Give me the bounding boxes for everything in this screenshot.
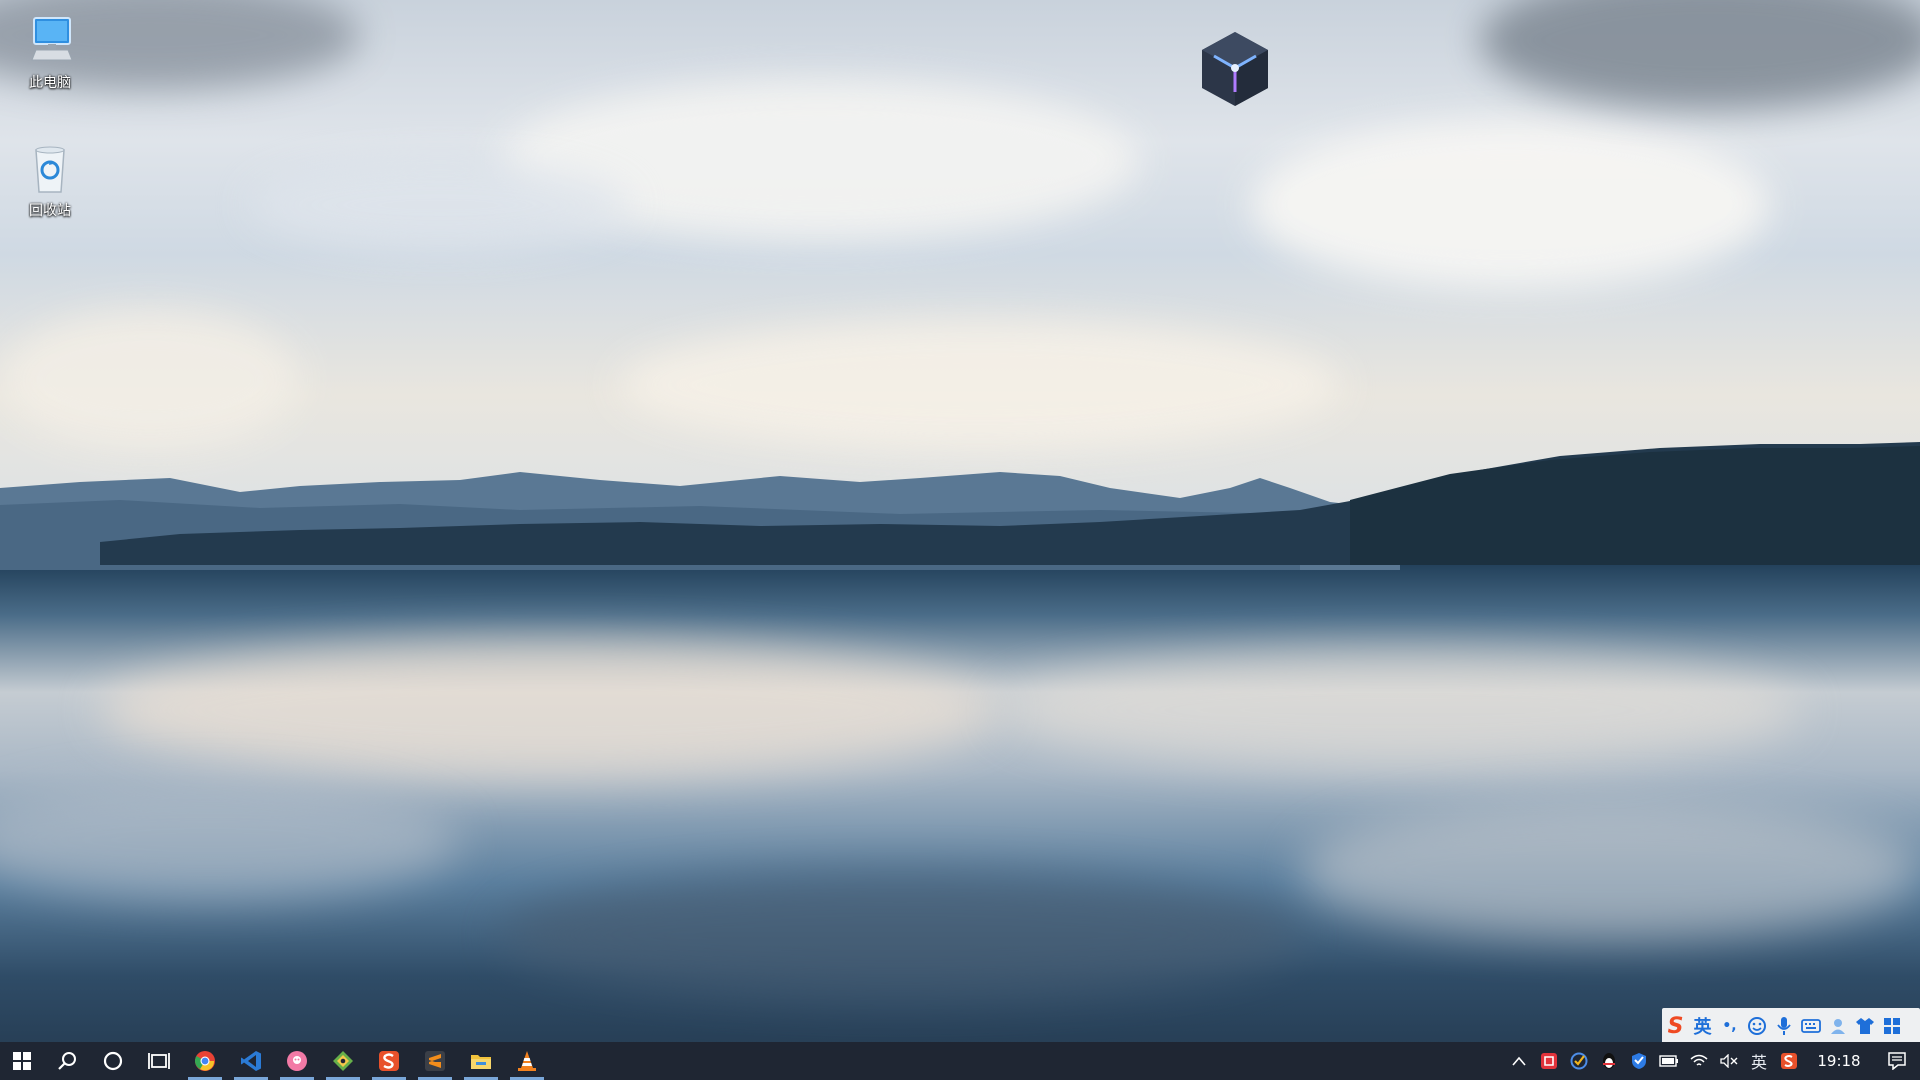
user-icon[interactable]	[1824, 1012, 1851, 1040]
task-view-icon	[148, 1053, 170, 1069]
punctuation-label: •,	[1722, 1018, 1737, 1034]
chevron-up-icon	[1512, 1056, 1526, 1066]
taskbar: 英 19:18	[0, 1042, 1920, 1080]
keyboard-icon[interactable]	[1797, 1012, 1824, 1040]
skin-shirt-icon[interactable]	[1851, 1012, 1878, 1040]
sogou-s-icon	[379, 1051, 399, 1071]
qq-penguin-tray-icon[interactable]	[1594, 1042, 1624, 1080]
cortana-circle-icon	[103, 1051, 123, 1071]
taskbar-app-file-explorer[interactable]	[458, 1042, 504, 1080]
taskbar-app-sourcetree[interactable]	[320, 1042, 366, 1080]
microphone-icon[interactable]	[1770, 1012, 1797, 1040]
cube-logo-icon[interactable]	[1200, 30, 1270, 108]
desktop-icon-recycle-bin[interactable]: 回收站	[5, 140, 95, 220]
notification-icon	[1888, 1052, 1906, 1070]
taskbar-app-pink[interactable]	[274, 1042, 320, 1080]
wallpaper-reflection	[1300, 800, 1920, 940]
sogou-logo-text: S	[1667, 1013, 1684, 1039]
sogou-tray-icon[interactable]	[1774, 1042, 1804, 1080]
taskbar-app-vscode[interactable]	[228, 1042, 274, 1080]
pink-circle-app-icon	[287, 1051, 307, 1071]
wifi-tray-icon[interactable]	[1684, 1042, 1714, 1080]
desktop-icon-this-pc[interactable]: 此电脑	[5, 12, 95, 92]
wallpaper-cloud	[0, 310, 300, 450]
git-diamond-icon	[333, 1051, 353, 1071]
vlc-cone-icon	[518, 1051, 536, 1071]
recycle-bin-icon	[22, 140, 78, 196]
taskbar-app-sogou[interactable]	[366, 1042, 412, 1080]
desktop-icon-label: 回收站	[29, 203, 71, 219]
action-center-button[interactable]	[1874, 1042, 1920, 1080]
wallpaper-cloud	[250, 160, 630, 250]
taskbar-clock[interactable]: 19:18	[1804, 1052, 1874, 1070]
cortana-button[interactable]	[90, 1042, 136, 1080]
emoji-icon[interactable]	[1743, 1012, 1770, 1040]
windows-start-icon	[13, 1052, 31, 1070]
taskbar-app-sublime-text[interactable]	[412, 1042, 458, 1080]
ime-toolbar: S 英 •,	[1662, 1008, 1920, 1044]
ime-mode-label: 英	[1693, 1017, 1712, 1038]
sogou-logo-icon[interactable]: S	[1662, 1012, 1689, 1040]
desktop-wallpaper	[0, 0, 1920, 1080]
toolbox-grid-icon[interactable]	[1878, 1012, 1905, 1040]
check-tray-icon[interactable]	[1564, 1042, 1594, 1080]
task-view-button[interactable]	[136, 1042, 182, 1080]
ime-mode-toggle[interactable]: 英	[1689, 1012, 1716, 1040]
clock-time: 19:18	[1817, 1052, 1861, 1070]
ime-language-label: 英	[1750, 1053, 1767, 1072]
wallpaper-reflection	[500, 870, 1300, 1000]
windows-start-button[interactable]	[0, 1042, 44, 1080]
search-icon	[58, 1052, 76, 1070]
desktop-icon-label: 此电脑	[29, 75, 71, 91]
system-tray: 英 19:18	[1504, 1042, 1920, 1080]
wallpaper-cloud	[1250, 120, 1770, 290]
volume-muted-tray-icon[interactable]	[1714, 1042, 1744, 1080]
taskbar-app-chrome[interactable]	[182, 1042, 228, 1080]
battery-tray-icon[interactable]	[1654, 1042, 1684, 1080]
punctuation-icon[interactable]: •,	[1716, 1012, 1743, 1040]
chrome-icon	[195, 1051, 215, 1071]
file-explorer-icon	[471, 1055, 491, 1069]
taskbar-app-vlc[interactable]	[504, 1042, 550, 1080]
ime-language-indicator[interactable]: 英	[1744, 1042, 1774, 1080]
search-button[interactable]	[44, 1042, 90, 1080]
wallpaper-mountains	[0, 442, 1920, 570]
red-app-tray-icon[interactable]	[1534, 1042, 1564, 1080]
vscode-icon	[241, 1051, 261, 1071]
shield-tray-icon[interactable]	[1624, 1042, 1654, 1080]
show-hidden-icons-button[interactable]	[1504, 1042, 1534, 1080]
computer-icon	[22, 12, 78, 68]
sublime-text-icon	[425, 1051, 445, 1071]
